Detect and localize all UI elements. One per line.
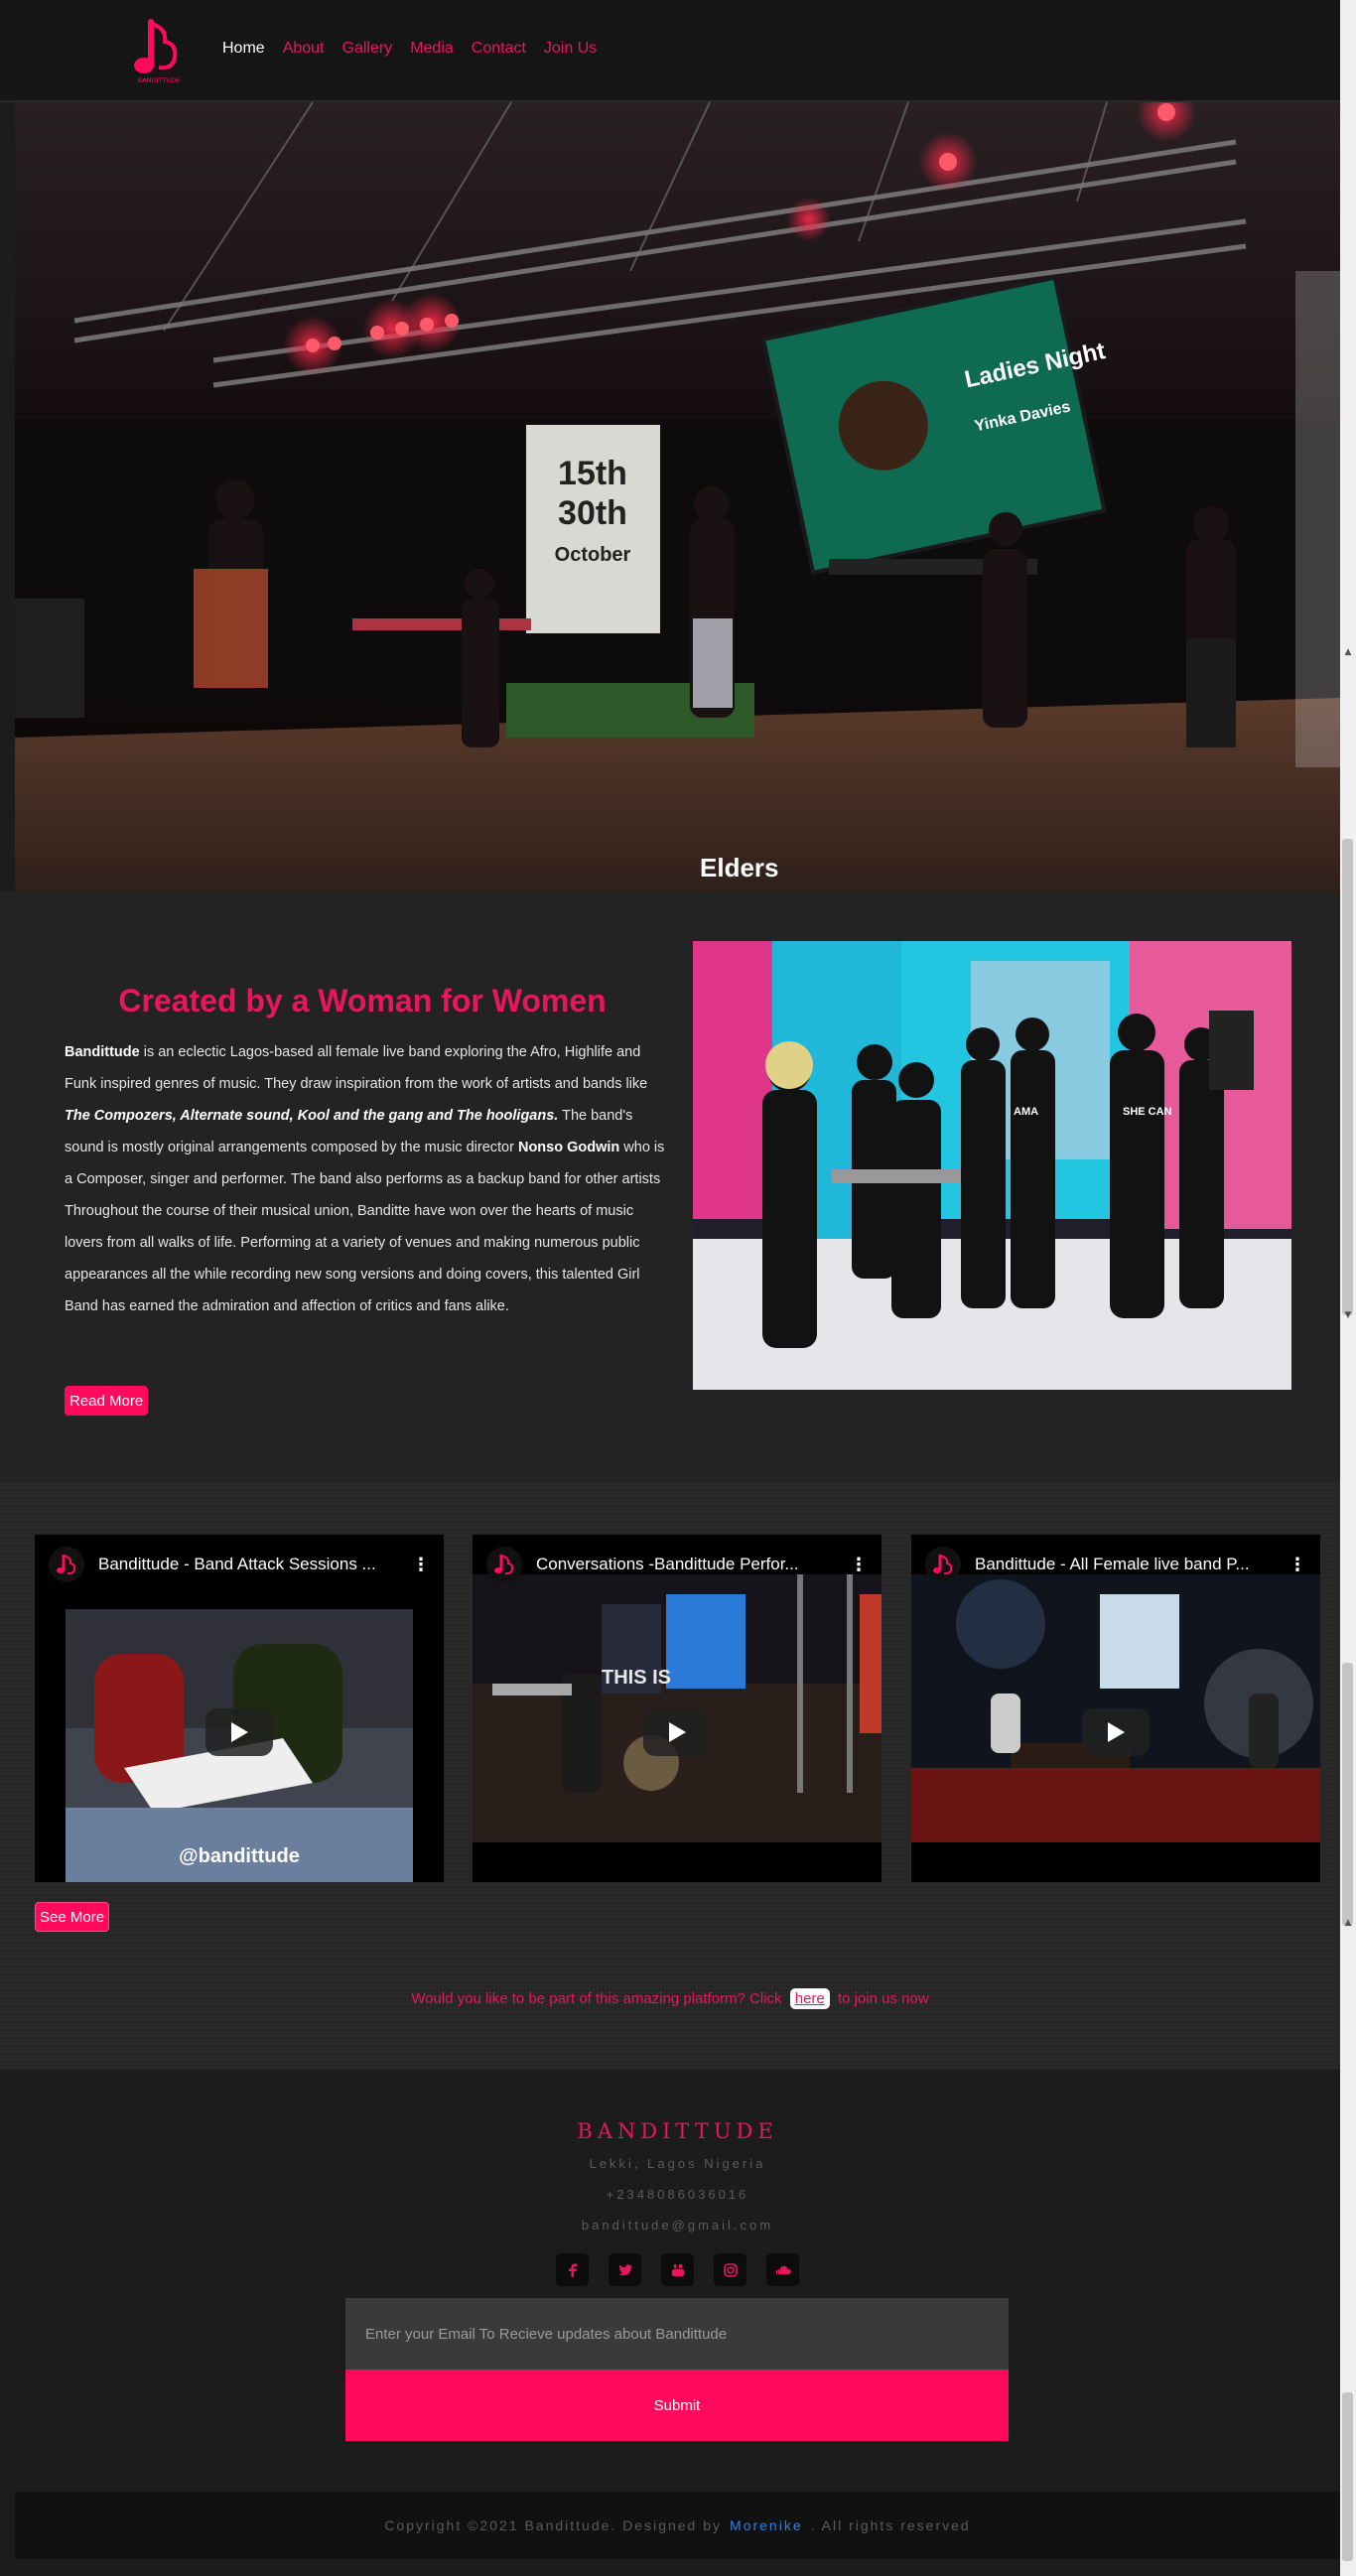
read-more-button[interactable]: Read More: [65, 1386, 149, 1416]
footer: BANDITTUDE Lekki, Lagos Nigeria +2348086…: [15, 2070, 1340, 2492]
join-prompt: Would you like to be part of this amazin…: [0, 1988, 1340, 2009]
copyright-text: Copyright ©2021 Bandittude. Designed by: [384, 2517, 723, 2533]
influences: The Compozers, Alternate sound, Kool and…: [65, 1108, 559, 1124]
shirt-text-1: SHE CAN: [1123, 1106, 1172, 1118]
instagram-icon[interactable]: [714, 2253, 746, 2286]
video-overlay-handle: @bandittude: [179, 1845, 300, 1867]
banner-line-1: 15th: [558, 455, 627, 492]
channel-avatar-icon[interactable]: [925, 1547, 961, 1582]
nav-gallery[interactable]: Gallery: [342, 40, 393, 58]
banner-line-3: October: [555, 544, 631, 566]
more-options-icon[interactable]: ⋮: [850, 1555, 868, 1575]
about-paragraph-part-1: is an eclectic Lagos-based all female li…: [65, 1044, 648, 1092]
about-band-photo: SHE CAN AMA: [693, 941, 1291, 1390]
social-links: [15, 2253, 1340, 2286]
scroll-down-icon[interactable]: ▼: [1340, 1308, 1356, 1322]
nav-home[interactable]: Home: [222, 40, 265, 58]
footer-address: Lekki, Lagos Nigeria: [589, 2156, 766, 2171]
nav-about[interactable]: About: [283, 40, 325, 58]
shirt-text-2: AMA: [1014, 1106, 1038, 1118]
band-logo[interactable]: BANDITTUDE: [127, 14, 191, 85]
video-overlay-text-2: THIS IS: [602, 1667, 671, 1689]
video-title-1[interactable]: Bandittude - Band Attack Sessions ...: [98, 1555, 396, 1574]
video-header-2: Conversations -Bandittude Perfor... ⋮: [473, 1535, 881, 1594]
soundcloud-icon[interactable]: [766, 2253, 799, 2286]
scrollbar-thumb-lower[interactable]: [1342, 2392, 1353, 2561]
video-header-1: Bandittude - Band Attack Sessions ... ⋮: [35, 1535, 444, 1594]
scrollbar-thumb-secondary[interactable]: [1342, 1663, 1353, 1926]
copyright-bar: Copyright ©2021 Bandittude. Designed by …: [15, 2492, 1340, 2559]
about-paragraph-2: Throughout the course of their musical u…: [65, 1203, 640, 1314]
scrollbar-thumb[interactable]: [1342, 839, 1353, 1315]
play-icon[interactable]: [1082, 1708, 1150, 1756]
banner-line-2: 30th: [558, 494, 627, 532]
navbar: BANDITTUDE Home About Gallery Media Cont…: [0, 0, 1340, 102]
twitter-icon[interactable]: [609, 2253, 641, 2286]
newsletter-submit-button[interactable]: Submit: [345, 2370, 1009, 2441]
play-icon[interactable]: [205, 1708, 273, 1756]
logo-text: BANDITTUDE: [138, 76, 180, 84]
photo-watermark: Elders: [700, 853, 779, 882]
video-title-2[interactable]: Conversations -Bandittude Perfor...: [536, 1555, 834, 1574]
about-text: Bandittude is an eclectic Lagos-based al…: [65, 1036, 665, 1322]
video-title-3[interactable]: Bandittude - All Female live band P...: [975, 1555, 1273, 1574]
video-embed-3[interactable]: Bandittude - All Female live band P... ⋮: [911, 1535, 1320, 1882]
footer-email: bandittude@gmail.com: [581, 2218, 774, 2233]
nav-join-us[interactable]: Join Us: [544, 40, 597, 58]
more-options-icon[interactable]: ⋮: [412, 1555, 430, 1575]
video-embed-1[interactable]: @bandittude Bandittude - Band Attack Ses…: [35, 1535, 444, 1882]
designer-link[interactable]: Morenike: [730, 2517, 803, 2533]
facebook-icon[interactable]: [556, 2253, 589, 2286]
join-prompt-text: Would you like to be part of this amazin…: [411, 1990, 782, 2007]
channel-avatar-icon[interactable]: [486, 1547, 522, 1582]
play-icon[interactable]: [643, 1708, 711, 1756]
youtube-icon[interactable]: [661, 2253, 694, 2286]
nav-contact[interactable]: Contact: [472, 40, 526, 58]
join-here-link[interactable]: here: [789, 1988, 830, 2009]
channel-avatar-icon[interactable]: [49, 1547, 84, 1582]
footer-brand: BANDITTUDE: [577, 2119, 778, 2143]
hero-stage-photo: Ladies Night Yinka Davies 15th 30th Octo…: [15, 102, 1340, 891]
see-more-button[interactable]: See More: [35, 1902, 110, 1932]
scroll-up-icon-2[interactable]: ▲: [1340, 1916, 1356, 1930]
about-section: Created by a Woman for Women Bandittude …: [0, 891, 1340, 1482]
join-prompt-text-end: to join us now: [837, 1990, 929, 2007]
about-title: Created by a Woman for Women: [118, 983, 607, 1018]
scroll-up-icon[interactable]: ▲: [1340, 645, 1356, 659]
page: BANDITTUDE Home About Gallery Media Cont…: [0, 0, 1340, 2576]
footer-phone: +2348086036016: [606, 2187, 749, 2202]
video-embed-2[interactable]: THIS IS Conversations -Bandittude Perfor…: [473, 1535, 881, 1882]
nav-media[interactable]: Media: [410, 40, 454, 58]
copyright-text-end: . All rights reserved: [810, 2517, 971, 2533]
newsletter-email-input[interactable]: [345, 2298, 1009, 2370]
nav-links: Home About Gallery Media Contact Join Us: [222, 40, 614, 58]
music-director: Nonso Godwin: [517, 1140, 620, 1155]
video-header-3: Bandittude - All Female live band P... ⋮: [911, 1535, 1320, 1594]
videos-section: @bandittude Bandittude - Band Attack Ses…: [0, 1482, 1340, 2070]
more-options-icon[interactable]: ⋮: [1288, 1555, 1306, 1575]
page-scrollbar[interactable]: ▲ ▼ ▲: [1340, 0, 1356, 2576]
band-name: Bandittude: [65, 1044, 140, 1060]
